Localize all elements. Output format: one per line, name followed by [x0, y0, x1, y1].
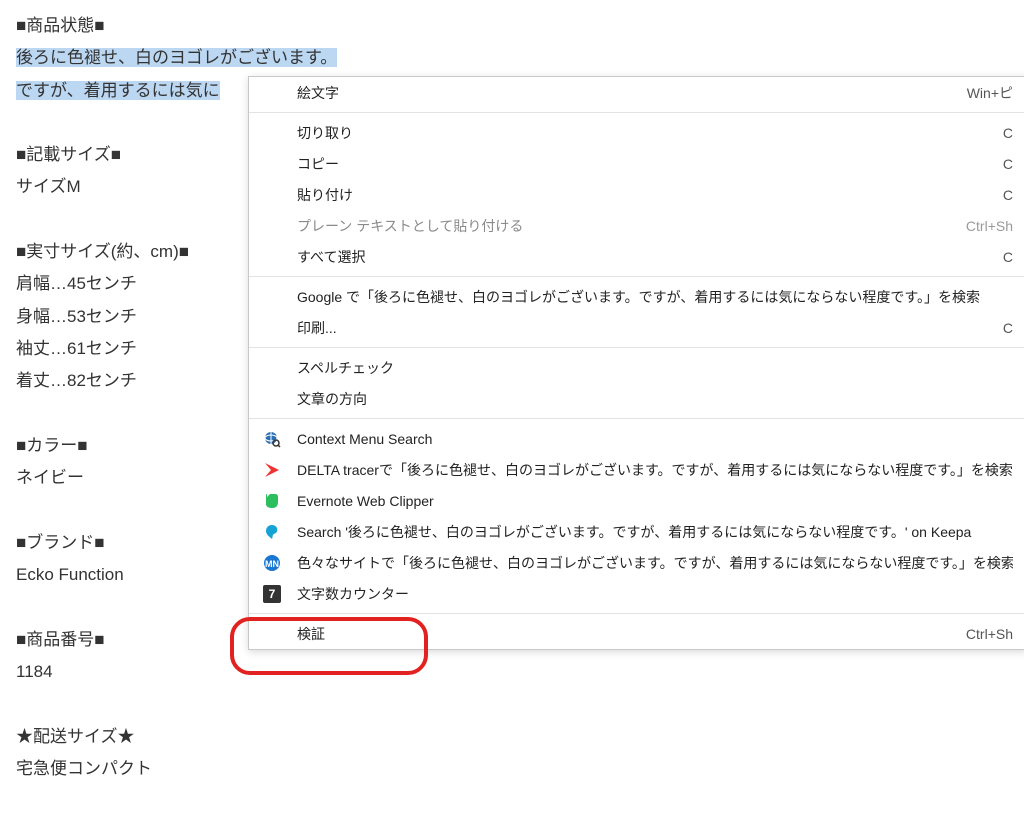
char-counter-icon: 7 [263, 585, 281, 603]
menu-google-search[interactable]: Google で「後ろに色褪せ、白のヨゴレがございます。ですが、着用するには気に… [249, 281, 1024, 312]
menu-separator [249, 112, 1024, 113]
menu-inspect[interactable]: 検証 Ctrl+Sh [249, 618, 1024, 649]
menu-paste-plain[interactable]: プレーン テキストとして貼り付ける Ctrl+Sh [249, 210, 1024, 241]
menu-ext-keepa[interactable]: Search '後ろに色褪せ、白のヨゴレがございます。ですが、着用するには気にな… [249, 516, 1024, 547]
menu-ext-multi-site-search[interactable]: MN 色々なサイトで「後ろに色褪せ、白のヨゴレがございます。ですが、着用するには… [249, 547, 1024, 578]
menu-spellcheck[interactable]: スペルチェック [249, 352, 1024, 383]
condition-line-1: 後ろに色褪せ、白のヨゴレがございます。 [16, 42, 1008, 74]
menu-cut[interactable]: 切り取り C [249, 117, 1024, 148]
menu-ext-evernote[interactable]: Evernote Web Clipper [249, 485, 1024, 516]
multi-site-icon: MN [263, 554, 281, 572]
shortcut: C [1003, 156, 1013, 172]
menu-print[interactable]: 印刷... C [249, 312, 1024, 343]
shortcut: C [1003, 125, 1013, 141]
menu-separator [249, 613, 1024, 614]
menu-separator [249, 418, 1024, 419]
shortcut: Win+ピ [967, 83, 1013, 103]
menu-paste[interactable]: 貼り付け C [249, 179, 1024, 210]
svg-text:MN: MN [265, 559, 279, 569]
menu-separator [249, 347, 1024, 348]
shortcut: C [1003, 187, 1013, 203]
shipping-line: 宅急便コンパクト [16, 753, 1008, 785]
menu-emoji[interactable]: 絵文字 Win+ピ [249, 77, 1024, 108]
section-condition-title: ■商品状態■ [16, 10, 1008, 42]
section-shipping-title: ★配送サイズ★ [16, 721, 1008, 753]
shortcut: C [1003, 320, 1013, 336]
shortcut: C [1003, 249, 1013, 265]
menu-ext-delta-tracer[interactable]: DELTA tracerで「後ろに色褪せ、白のヨゴレがございます。ですが、着用す… [249, 454, 1024, 485]
menu-separator [249, 276, 1024, 277]
globe-search-icon [263, 430, 281, 448]
menu-ext-context-menu-search[interactable]: Context Menu Search [249, 423, 1024, 454]
evernote-icon [263, 492, 281, 510]
menu-ext-char-counter[interactable]: 7 文字数カウンター [249, 578, 1024, 609]
context-menu: 絵文字 Win+ピ 切り取り C コピー C 貼り付け C プレーン テキストと… [248, 76, 1024, 650]
shortcut: Ctrl+Sh [966, 626, 1013, 642]
menu-copy[interactable]: コピー C [249, 148, 1024, 179]
code-line: 1184 [16, 656, 1008, 688]
menu-direction[interactable]: 文章の方向 [249, 383, 1024, 414]
shortcut: Ctrl+Sh [966, 218, 1013, 234]
menu-select-all[interactable]: すべて選択 C [249, 241, 1024, 272]
delta-tracer-icon [263, 461, 281, 479]
keepa-icon [263, 523, 281, 541]
